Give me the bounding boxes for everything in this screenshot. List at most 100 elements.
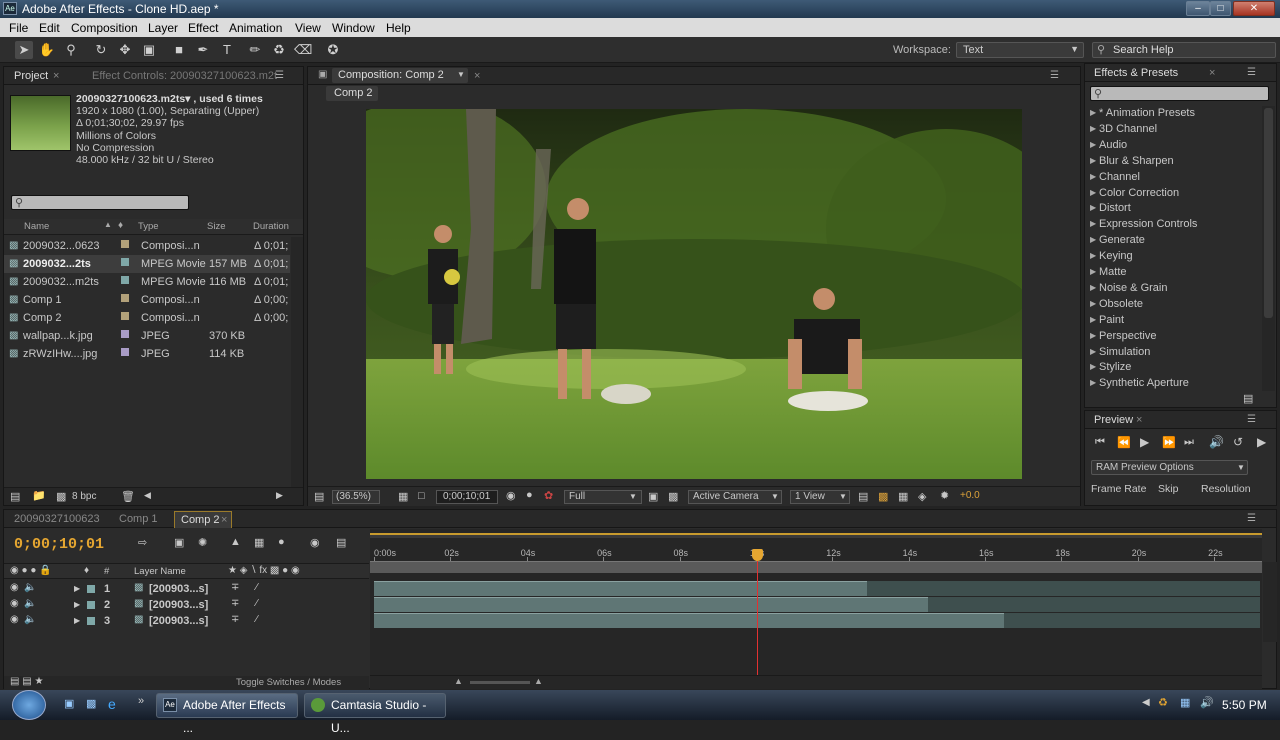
region-of-interest-icon[interactable]: ▣ xyxy=(648,490,658,503)
orbit-camera-tool-icon[interactable]: ✥ xyxy=(116,41,134,59)
panel-menu-icon[interactable]: ☰ xyxy=(1247,414,1256,425)
time-graph[interactable]: 0:00s02s04s06s08s10s12s14s16s18s20s22s ▲… xyxy=(370,529,1262,689)
time-ruler[interactable]: 0:00s02s04s06s08s10s12s14s16s18s20s22s xyxy=(370,541,1262,561)
first-frame-icon[interactable]: ⏮ xyxy=(1095,436,1105,449)
project-search-input[interactable]: ⚲ xyxy=(11,195,189,210)
exposure-reset-icon[interactable]: ✹ xyxy=(940,489,949,502)
brainstorm-icon[interactable]: ◉ xyxy=(310,536,320,549)
toggle-pixel-aspect-icon[interactable]: ▤ xyxy=(858,490,868,503)
effects-scroll-thumb[interactable] xyxy=(1264,108,1273,318)
collapse-transform-switch-icon[interactable]: ∓ xyxy=(231,582,239,593)
previous-frame-icon[interactable]: ⏪ xyxy=(1117,436,1131,449)
color-depth-label[interactable]: 8 bpc xyxy=(72,491,96,502)
interpret-footage-icon[interactable]: ▤ xyxy=(10,490,20,503)
column-duration[interactable]: Duration xyxy=(253,221,289,232)
magnification-select[interactable]: (36.5%) xyxy=(332,490,380,504)
project-item[interactable]: ▩ zRWzIHw....jpg JPEG 114 KB xyxy=(4,345,290,363)
layer-name[interactable]: [200903...s] xyxy=(149,615,208,627)
hand-tool-icon[interactable]: ✋ xyxy=(38,41,56,59)
menu-help[interactable]: Help xyxy=(386,21,411,35)
project-item[interactable]: ▩ Comp 2 Composi...n Δ 0;00; xyxy=(4,309,290,327)
expand-triangle-icon[interactable]: ▶ xyxy=(1090,140,1096,149)
expand-triangle-icon[interactable]: ▶ xyxy=(1090,235,1096,244)
panel-menu-icon[interactable]: ☰ xyxy=(1247,67,1256,78)
timeline-layer-row[interactable]: ◉ 🔈 ▶ 3 ▩ [200903...s] ∓ ∕ xyxy=(4,613,369,629)
flowchart-icon[interactable]: ◈ xyxy=(918,490,926,503)
next-frame-icon[interactable]: ⏩ xyxy=(1162,436,1176,449)
video-visibility-icon[interactable]: ◉ xyxy=(10,598,19,609)
close-icon[interactable]: × xyxy=(474,70,480,82)
effects-category[interactable]: ▶ Channel xyxy=(1085,170,1261,186)
project-item[interactable]: ▩ wallpap...k.jpg JPEG 370 KB xyxy=(4,327,290,345)
effects-category[interactable]: ▶ Distort xyxy=(1085,201,1261,217)
graph-editor-icon[interactable]: ▤ xyxy=(336,536,346,549)
label-color-swatch[interactable] xyxy=(121,240,129,248)
tray-app-icon[interactable]: ♻ xyxy=(1158,696,1168,709)
project-item[interactable]: ▩ 2009032...m2ts MPEG Movie 116 MB Δ 0;01; xyxy=(4,273,290,291)
effects-category[interactable]: ▶ Matte xyxy=(1085,265,1261,281)
layer-label-swatch[interactable] xyxy=(87,617,95,625)
toggle-switches-modes[interactable]: Toggle Switches / Modes xyxy=(236,677,341,688)
tab-timeline-footage[interactable]: 20090327100623 xyxy=(14,513,100,525)
label-color-swatch[interactable] xyxy=(121,330,129,338)
new-folder-icon[interactable]: 📁 xyxy=(32,489,46,502)
layer-label-swatch[interactable] xyxy=(87,601,95,609)
composition-viewer[interactable] xyxy=(366,109,1022,479)
zoom-tool-icon[interactable]: ⚲ xyxy=(62,41,80,59)
transparency-grid-icon[interactable]: ▩ xyxy=(668,490,678,503)
label-color-swatch[interactable] xyxy=(121,258,129,266)
comp-breadcrumb[interactable]: Comp 2 xyxy=(326,86,378,101)
timeline-scrollbar[interactable] xyxy=(1263,562,1277,642)
show-snapshot-icon[interactable]: ● xyxy=(526,489,533,501)
work-area-navigator[interactable] xyxy=(370,533,1262,538)
effects-category[interactable]: ▶ Generate xyxy=(1085,233,1261,249)
timeline-layer-row[interactable]: ◉ 🔈 ▶ 2 ▩ [200903...s] ∓ ∕ xyxy=(4,597,369,613)
effects-search-input[interactable]: ⚲ xyxy=(1090,86,1269,101)
search-layers-icon[interactable]: ⇨ xyxy=(138,536,147,549)
expand-triangle-icon[interactable]: ▶ xyxy=(1090,283,1096,292)
ram-preview-icon[interactable]: ▶ xyxy=(1257,435,1266,449)
expand-triangle-icon[interactable]: ▶ xyxy=(1090,267,1096,276)
tab-timeline-comp-2[interactable]: Comp 2 × xyxy=(174,511,232,528)
work-area-bar[interactable] xyxy=(370,533,1262,538)
effects-category[interactable]: ▶ Color Correction xyxy=(1085,186,1261,202)
close-icon[interactable]: × xyxy=(1209,67,1215,79)
expand-layer-switches-icon[interactable]: ▤ ▤ ★ xyxy=(10,676,43,687)
expand-triangle-icon[interactable]: ▶ xyxy=(1090,299,1096,308)
expand-triangle-icon[interactable]: ▶ xyxy=(1090,378,1096,387)
column-name[interactable]: Name xyxy=(24,221,49,232)
label-color-swatch[interactable] xyxy=(121,294,129,302)
exposure-value[interactable]: +0.0 xyxy=(960,490,980,501)
quick-launch-more-icon[interactable]: » xyxy=(138,695,144,707)
effects-category[interactable]: ▶ Blur & Sharpen xyxy=(1085,154,1261,170)
selection-tool-icon[interactable]: ➤ xyxy=(15,41,33,59)
new-preset-icon[interactable]: ▤ xyxy=(1243,392,1253,405)
zoom-slider[interactable] xyxy=(470,681,530,684)
tab-preview[interactable]: Preview xyxy=(1094,414,1133,426)
search-help-input[interactable]: ⚲ Search Help xyxy=(1092,42,1276,58)
resolution-select[interactable]: Full ▼ xyxy=(564,490,642,504)
tab-project[interactable]: Project xyxy=(14,70,48,82)
zoom-in-icon[interactable]: ▲ xyxy=(534,676,543,686)
effects-category[interactable]: ▶ Expression Controls xyxy=(1085,217,1261,233)
brush-tool-icon[interactable]: ✏ xyxy=(246,41,264,59)
rotate-tool-icon[interactable]: ↻ xyxy=(92,41,110,59)
menu-window[interactable]: Window xyxy=(332,21,375,35)
effects-category[interactable]: ▶ Stylize xyxy=(1085,360,1261,376)
project-item[interactable]: ▩ 2009032...2ts MPEG Movie 157 MB Δ 0;01; xyxy=(4,255,290,273)
taskbar-after-effects[interactable]: Ae Adobe After Effects ... xyxy=(156,693,298,735)
scroll-left-icon[interactable]: ◀ xyxy=(144,490,151,501)
audio-icon[interactable]: 🔈 xyxy=(24,614,36,625)
expand-triangle-icon[interactable]: ▶ xyxy=(1090,124,1096,133)
type-tool-icon[interactable]: T xyxy=(218,41,236,59)
effects-category[interactable]: ▶ Obsolete xyxy=(1085,297,1261,313)
close-icon[interactable]: × xyxy=(1136,414,1142,426)
pen-tool-icon[interactable]: ✒ xyxy=(194,41,212,59)
expand-triangle-icon[interactable]: ▶ xyxy=(1090,362,1096,371)
effects-category[interactable]: ▶ Audio xyxy=(1085,138,1261,154)
project-item[interactable]: ▩ Comp 1 Composi...n Δ 0;00; xyxy=(4,291,290,309)
audio-icon[interactable]: 🔈 xyxy=(24,582,36,593)
layer-name[interactable]: [200903...s] xyxy=(149,583,208,595)
start-button[interactable] xyxy=(12,690,46,720)
expand-triangle-icon[interactable]: ▶ xyxy=(1090,347,1096,356)
